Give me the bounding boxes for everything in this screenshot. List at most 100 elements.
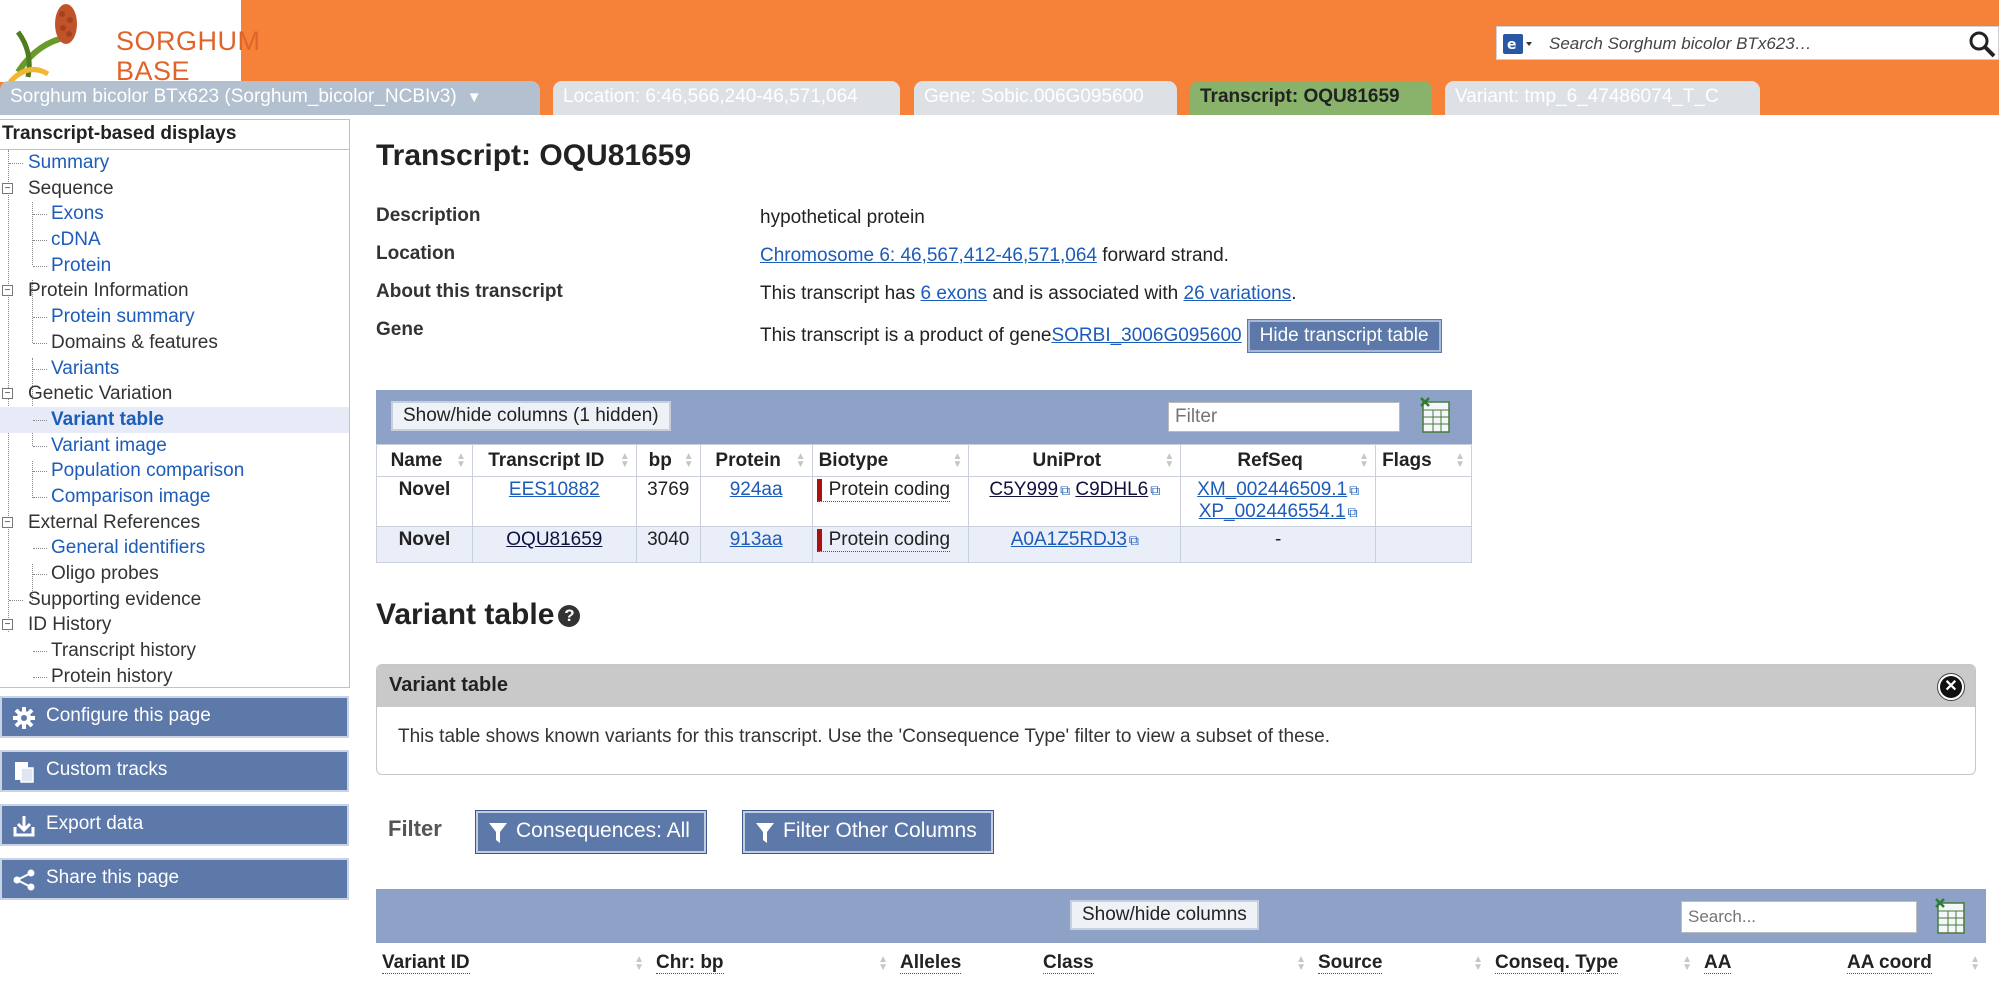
column-header-biotype[interactable]: Biotype ▲ ▼: [811, 444, 970, 477]
sidebar-item-summary[interactable]: Summary: [0, 150, 349, 176]
tab-species[interactable]: Sorghum bicolor BTx623 (Sorghum_bicolor_…: [0, 81, 540, 115]
description-value: hypothetical protein: [760, 207, 925, 228]
sidebar-link-variant-image[interactable]: Variant image: [51, 435, 167, 456]
show-hide-columns-button[interactable]: Show/hide columns (1 hidden): [391, 401, 671, 431]
spreadsheet-export-icon[interactable]: [1419, 396, 1451, 434]
tab-gene[interactable]: Gene: Sobic.006G095600: [914, 81, 1177, 115]
filter-other-columns-button[interactable]: Filter Other Columns: [742, 810, 994, 854]
sidebar-item-exons[interactable]: Exons: [0, 201, 349, 227]
column-header-class[interactable]: Class ▲ ▼: [1037, 943, 1312, 983]
column-header-aa[interactable]: AA: [1698, 943, 1841, 983]
sidebar-link-population-comparison[interactable]: Population comparison: [51, 460, 244, 481]
tab-variant[interactable]: Variant: tmp_6_47486074_T_C: [1445, 81, 1760, 115]
variant-show-hide-columns-button[interactable]: Show/hide columns: [1070, 900, 1259, 930]
sidebar-link-protein-summary[interactable]: Protein summary: [51, 306, 195, 327]
exons-link[interactable]: 6 exons: [921, 283, 988, 304]
sidebar-item-protein-information[interactable]: − Protein Information: [0, 278, 349, 304]
column-header-alleles[interactable]: Alleles: [894, 943, 1037, 983]
collapse-toggle-icon[interactable]: −: [2, 516, 13, 528]
refseq-link[interactable]: XM_002446509.1: [1197, 479, 1347, 500]
variant-info-panel: Variant table ✕ This table shows known v…: [376, 664, 1976, 775]
share-page-button[interactable]: Share this page: [0, 858, 349, 900]
variations-link[interactable]: 26 variations: [1184, 283, 1292, 304]
chevron-down-icon[interactable]: ▼: [467, 89, 482, 106]
sidebar-item-comparison-image[interactable]: Comparison image: [0, 484, 349, 510]
sidebar-item-id-history[interactable]: − ID History: [0, 612, 349, 638]
sidebar-item-sequence[interactable]: − Sequence: [0, 176, 349, 202]
uniprot-link[interactable]: C9DHL6: [1075, 479, 1148, 500]
sidebar-link-comparison-image[interactable]: Comparison image: [51, 486, 210, 507]
configure-page-button[interactable]: Configure this page: [0, 696, 349, 738]
protein-link[interactable]: 924aa: [730, 479, 783, 500]
column-header-conseq-type[interactable]: Conseq. Type ▲ ▼: [1489, 943, 1698, 983]
uniprot-link[interactable]: A0A1Z5RDJ3: [1011, 529, 1127, 550]
filter-icon: [756, 823, 774, 843]
custom-tracks-icon: [15, 762, 34, 783]
external-link-icon: ⧉: [1349, 482, 1360, 498]
tab-transcript[interactable]: Transcript: OQU81659: [1190, 81, 1432, 115]
sidebar-item-external-references[interactable]: − External References: [0, 510, 349, 536]
collapse-toggle-icon[interactable]: −: [2, 619, 13, 631]
refseq-link[interactable]: XP_002446554.1: [1199, 501, 1346, 522]
chromosome-location-link[interactable]: Chromosome 6: 46,567,412-46,571,064: [760, 245, 1097, 266]
spreadsheet-export-icon[interactable]: [1934, 897, 1966, 935]
sidebar-item-cdna[interactable]: cDNA: [0, 227, 349, 253]
site-logo[interactable]: SORGHUM BASE: [0, 0, 260, 86]
column-header-variant-id[interactable]: Variant ID ▲ ▼: [376, 943, 650, 983]
collapse-toggle-icon[interactable]: −: [2, 388, 13, 400]
cell-bp: 3040: [635, 526, 701, 563]
column-header-bp[interactable]: bp ▲ ▼: [635, 444, 701, 477]
sidebar-link-protein[interactable]: Protein: [51, 255, 111, 276]
variant-table-heading: Variant table?: [376, 598, 581, 632]
protein-link[interactable]: 913aa: [730, 529, 783, 550]
sidebar-item-general-identifiers[interactable]: General identifiers: [0, 535, 349, 561]
column-header-flags[interactable]: Flags ▲ ▼: [1375, 444, 1472, 477]
tab-location[interactable]: Location: 6:46,566,240-46,571,064: [553, 81, 900, 115]
transcript-link[interactable]: OQU81659: [506, 529, 602, 550]
sidebar-item-population-comparison[interactable]: Population comparison: [0, 458, 349, 484]
sidebar-item-protein[interactable]: Protein: [0, 253, 349, 279]
column-header-refseq[interactable]: RefSeq ▲ ▼: [1180, 444, 1377, 477]
custom-tracks-button[interactable]: Custom tracks: [0, 750, 349, 792]
transcript-filter-input[interactable]: [1168, 402, 1400, 432]
transcript-link[interactable]: EES10882: [509, 479, 600, 500]
sort-icon: ▲ ▼: [619, 451, 630, 470]
column-header-transcript-id[interactable]: Transcript ID ▲ ▼: [471, 444, 637, 477]
sidebar-link-exons[interactable]: Exons: [51, 203, 104, 224]
column-header-source[interactable]: Source ▲ ▼: [1312, 943, 1489, 983]
column-header-protein[interactable]: Protein ▲ ▼: [699, 444, 813, 477]
variant-search-input[interactable]: [1681, 901, 1917, 933]
column-header-name[interactable]: Name ▲ ▼: [376, 444, 473, 477]
sidebar-item-variants[interactable]: Variants: [0, 356, 349, 382]
search-engine-selector-icon[interactable]: e: [1501, 32, 1535, 56]
hide-transcript-table-button[interactable]: Hide transcript table: [1246, 318, 1442, 353]
sidebar-label-external-references: External References: [28, 511, 201, 533]
sort-icon: ▲ ▼: [1682, 954, 1692, 973]
sidebar-link-cdna[interactable]: cDNA: [51, 229, 101, 250]
sidebar-link-variant-table[interactable]: Variant table: [51, 409, 164, 430]
sidebar-link-variants[interactable]: Variants: [51, 358, 119, 379]
sidebar-item-protein-summary[interactable]: Protein summary: [0, 304, 349, 330]
uniprot-link[interactable]: C5Y999: [989, 479, 1058, 500]
collapse-toggle-icon[interactable]: −: [2, 182, 13, 194]
search-input[interactable]: [1547, 31, 1947, 57]
external-link-icon: ⧉: [1128, 532, 1139, 548]
sidebar-item-genetic-variation[interactable]: − Genetic Variation: [0, 381, 349, 407]
sidebar-item-variant-image[interactable]: Variant image: [0, 433, 349, 459]
header-label: Chr: bp: [656, 952, 724, 974]
sidebar-link-summary[interactable]: Summary: [28, 152, 109, 173]
header-label: Source: [1318, 952, 1383, 974]
column-header-chr-bp[interactable]: Chr: bp ▲ ▼: [650, 943, 894, 983]
export-data-button[interactable]: Export data: [0, 804, 349, 846]
column-header-uniprot[interactable]: UniProt ▲ ▼: [968, 444, 1182, 477]
column-header-aa-coord[interactable]: AA coord ▲ ▼: [1841, 943, 1986, 983]
close-icon[interactable]: ✕: [1937, 673, 1965, 701]
sidebar-item-variant-table[interactable]: Variant table: [0, 406, 349, 433]
consequences-filter-button[interactable]: Consequences: All: [475, 810, 707, 854]
variant-table: Show/hide columns Variant ID ▲▼ Chr: bp ▲▼…: [376, 889, 1986, 983]
gene-link[interactable]: SORBI_3006G095600: [1051, 325, 1241, 346]
sidebar-link-general-identifiers[interactable]: General identifiers: [51, 537, 205, 558]
collapse-toggle-icon[interactable]: −: [2, 285, 13, 297]
search-icon[interactable]: [1968, 30, 1996, 58]
help-icon[interactable]: ?: [558, 605, 581, 628]
